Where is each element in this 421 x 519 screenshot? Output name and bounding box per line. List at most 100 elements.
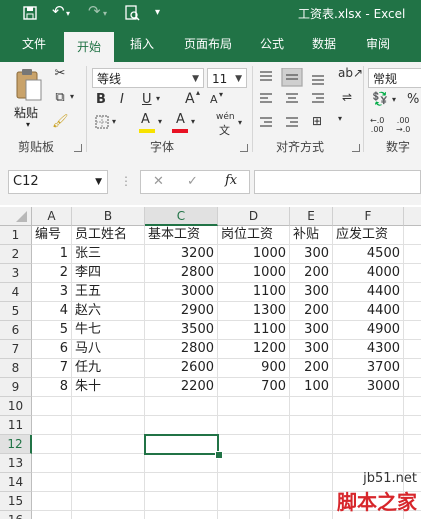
cell-e16[interactable] — [290, 511, 333, 519]
cell-e4[interactable]: 300 — [290, 283, 333, 302]
paste-icon[interactable] — [14, 68, 44, 102]
row-header-14[interactable]: 14 — [0, 473, 32, 492]
shrink-font-button[interactable]: A — [210, 93, 218, 106]
row-header-7[interactable]: 7 — [0, 340, 32, 359]
cell-g7[interactable] — [404, 340, 421, 359]
cell-b9[interactable]: 朱十 — [72, 378, 145, 397]
cell-a15[interactable] — [32, 492, 72, 511]
save-icon[interactable] — [22, 5, 38, 21]
increase-decimal-icon[interactable]: ←.0.00 — [370, 116, 384, 134]
cell-d16[interactable] — [218, 511, 290, 519]
cell-a12[interactable] — [32, 435, 72, 454]
cell-b13[interactable] — [72, 454, 145, 473]
row-header-2[interactable]: 2 — [0, 245, 32, 264]
tab-file[interactable]: 文件 — [12, 26, 56, 62]
merge-dropdown-icon[interactable]: ▾ — [338, 114, 342, 123]
cell-g12[interactable] — [404, 435, 421, 454]
cell-e13[interactable] — [290, 454, 333, 473]
font-color-dropdown-icon[interactable]: ▾ — [191, 117, 195, 126]
cancel-icon[interactable]: ✕ — [153, 174, 164, 189]
cell-d5[interactable]: 1300 — [218, 302, 290, 321]
row-header-9[interactable]: 9 — [0, 378, 32, 397]
cell-c10[interactable] — [145, 397, 218, 416]
cell-c2[interactable]: 3200 — [145, 245, 218, 264]
decrease-decimal-icon[interactable]: .00 →.0 — [396, 116, 410, 134]
cell-c7[interactable]: 2800 — [145, 340, 218, 359]
cell-a11[interactable] — [32, 416, 72, 435]
fill-dropdown-icon[interactable]: ▾ — [158, 117, 162, 126]
cell-d6[interactable]: 1100 — [218, 321, 290, 340]
font-color-button[interactable]: A — [176, 112, 185, 127]
cell-f3[interactable]: 4000 — [333, 264, 404, 283]
formula-input[interactable] — [254, 170, 421, 194]
cell-g11[interactable] — [404, 416, 421, 435]
row-header-10[interactable]: 10 — [0, 397, 32, 416]
underline-button[interactable]: U — [142, 92, 152, 107]
font-launcher-icon[interactable] — [240, 144, 248, 152]
tab-data[interactable]: 数据 — [304, 26, 344, 62]
cell-a13[interactable] — [32, 454, 72, 473]
cell-c8[interactable]: 2600 — [145, 359, 218, 378]
cell-e6[interactable]: 300 — [290, 321, 333, 340]
cell-f12[interactable] — [333, 435, 404, 454]
alignment-launcher-icon[interactable] — [352, 144, 360, 152]
cell-f8[interactable]: 3700 — [333, 359, 404, 378]
cell-b7[interactable]: 马八 — [72, 340, 145, 359]
column-header-a[interactable]: A — [32, 207, 72, 226]
undo-icon[interactable]: ↶ — [52, 2, 65, 20]
cell-d4[interactable]: 1100 — [218, 283, 290, 302]
cell-f4[interactable]: 4400 — [333, 283, 404, 302]
cell-e10[interactable] — [290, 397, 333, 416]
cell-b3[interactable]: 李四 — [72, 264, 145, 283]
cell-c4[interactable]: 3000 — [145, 283, 218, 302]
cell-g5[interactable] — [404, 302, 421, 321]
cell-g1[interactable] — [404, 226, 421, 245]
cell-d9[interactable]: 700 — [218, 378, 290, 397]
row-header-15[interactable]: 15 — [0, 492, 32, 511]
cell-e5[interactable]: 200 — [290, 302, 333, 321]
cell-c14[interactable] — [145, 473, 218, 492]
column-header-d[interactable]: D — [218, 207, 290, 226]
copy-dropdown-icon[interactable]: ▾ — [68, 92, 76, 101]
paste-label[interactable]: 粘贴 — [14, 104, 38, 121]
row-header-6[interactable]: 6 — [0, 321, 32, 340]
cell-b10[interactable] — [72, 397, 145, 416]
format-painter-icon[interactable]: 🖌 — [52, 114, 69, 129]
cell-g8[interactable] — [404, 359, 421, 378]
cell-c11[interactable] — [145, 416, 218, 435]
cell-d10[interactable] — [218, 397, 290, 416]
cell-a5[interactable]: 4 — [32, 302, 72, 321]
column-header-c[interactable]: C — [145, 207, 218, 226]
cell-d14[interactable] — [218, 473, 290, 492]
row-header-1[interactable]: 1 — [0, 226, 32, 245]
row-header-16[interactable]: 16 — [0, 511, 32, 519]
cell-a9[interactable]: 8 — [32, 378, 72, 397]
cell-e3[interactable]: 200 — [290, 264, 333, 283]
cell-f9[interactable]: 3000 — [333, 378, 404, 397]
cell-a10[interactable] — [32, 397, 72, 416]
cell-e12[interactable] — [290, 435, 333, 454]
cell-a14[interactable] — [32, 473, 72, 492]
fill-color-button[interactable]: A — [141, 112, 150, 127]
tab-insert[interactable]: 插入 — [120, 26, 164, 62]
worksheet-grid[interactable]: ABCDEF 1 编号 员工姓名 基本工资 岗位工资 补贴 应发工资 2 1 张三 3200 1000… — [0, 205, 421, 519]
cell-c9[interactable]: 2200 — [145, 378, 218, 397]
cell-b6[interactable]: 牛七 — [72, 321, 145, 340]
tab-review[interactable]: 审阅 — [358, 26, 398, 62]
wrap-text-icon[interactable]: ⇌ — [342, 90, 352, 104]
cell-d12[interactable] — [218, 435, 290, 454]
cell-d13[interactable] — [218, 454, 290, 473]
splitter-icon[interactable]: ⋮ — [120, 174, 132, 188]
cell-d8[interactable]: 900 — [218, 359, 290, 378]
cell-e14[interactable] — [290, 473, 333, 492]
tab-formulas[interactable]: 公式 — [252, 26, 292, 62]
cell-b11[interactable] — [72, 416, 145, 435]
cell-a3[interactable]: 2 — [32, 264, 72, 283]
cell-e11[interactable] — [290, 416, 333, 435]
redo-icon[interactable]: ↷ — [88, 2, 101, 20]
select-all-button[interactable] — [0, 207, 32, 226]
cell-f1[interactable]: 应发工资 — [333, 226, 404, 245]
cell-e2[interactable]: 300 — [290, 245, 333, 264]
cell-a8[interactable]: 7 — [32, 359, 72, 378]
cell-a16[interactable] — [32, 511, 72, 519]
